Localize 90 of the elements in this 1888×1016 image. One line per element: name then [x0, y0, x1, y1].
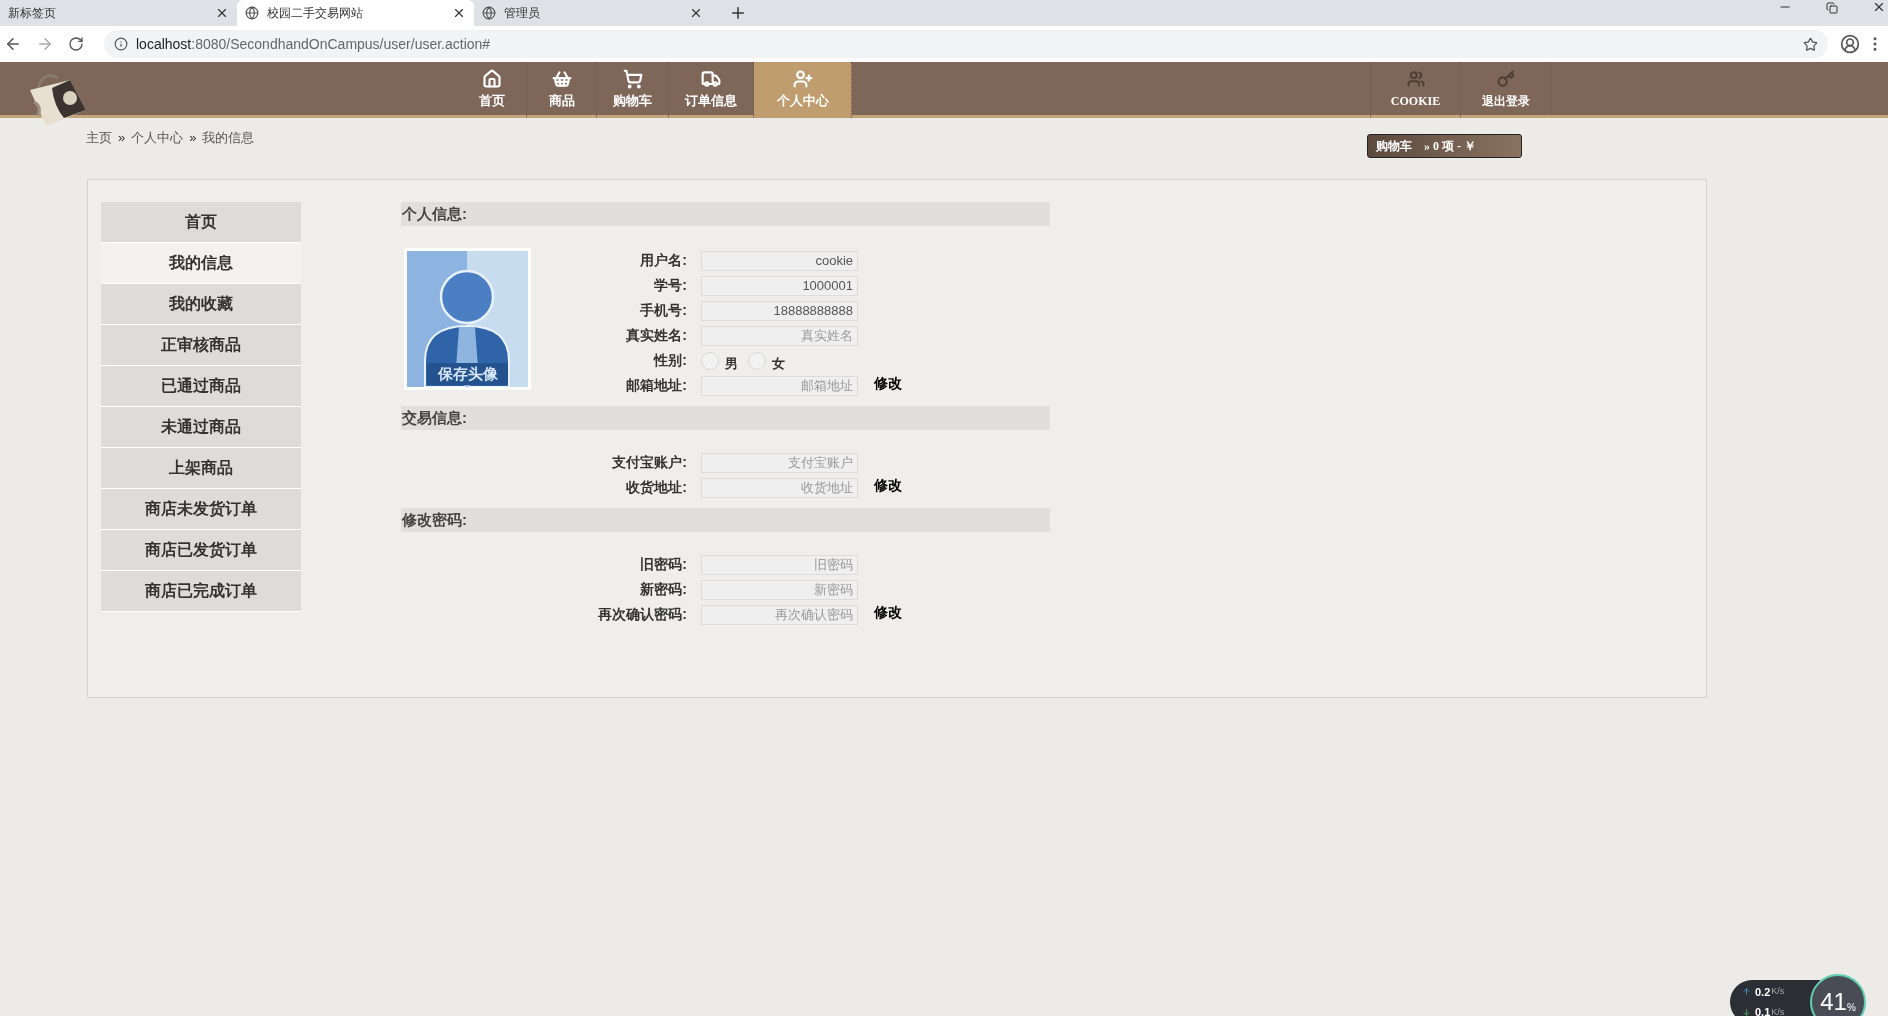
browser-tab[interactable]: 校园二手交易网站: [237, 0, 474, 26]
field-label: 学号:: [653, 276, 688, 295]
upload-speed: 0.2: [1755, 984, 1771, 1000]
text-field[interactable]: 1000001: [701, 275, 858, 296]
home-icon: [481, 69, 502, 90]
nav-item[interactable]: 购物车: [597, 62, 669, 118]
nav-item[interactable]: 首页: [457, 62, 527, 118]
modify-link[interactable]: 修改: [874, 602, 902, 623]
sidebar-item[interactable]: 商店已发货订单: [101, 530, 301, 571]
download-speed: 0.1: [1755, 1005, 1771, 1016]
speed-unit: K/s: [1771, 985, 1785, 998]
bookmark-icon[interactable]: [1803, 36, 1818, 52]
section-header: 个人信息:: [401, 202, 1050, 226]
text-field[interactable]: 真实姓名: [701, 325, 858, 346]
text-field[interactable]: 支付宝账户: [701, 452, 858, 473]
upload-icon: [1742, 987, 1751, 997]
back-icon[interactable]: [4, 35, 22, 53]
radio-button[interactable]: [748, 351, 766, 370]
field-label: 性别:: [652, 351, 688, 370]
tab-title: 校园二手交易网站: [267, 5, 364, 22]
text-field[interactable]: 旧密码: [701, 554, 858, 575]
field-label: 收货地址:: [625, 478, 688, 497]
radio-label: 男: [725, 354, 738, 373]
nav-item[interactable]: 退出登录: [1460, 62, 1550, 118]
globe-icon: [482, 6, 496, 20]
text-field[interactable]: 收货地址: [701, 477, 858, 498]
avatar-caption: 保存头像: [427, 362, 508, 385]
cart-icon: [622, 69, 643, 90]
field-label: 手机号:: [639, 301, 688, 320]
sidebar-item[interactable]: 首页: [101, 202, 301, 243]
url-text: localhost:8080/SecondhandOnCampus/user/user.action#: [136, 34, 491, 54]
cart-summary[interactable]: 购物车 » 0 项 - ￥: [1367, 134, 1522, 158]
sidebar-item[interactable]: 正审核商品: [101, 325, 301, 366]
text-field[interactable]: 18888888888: [701, 300, 858, 321]
usage-percent: 41: [1820, 987, 1847, 1016]
text-field[interactable]: 再次确认密码: [701, 604, 858, 625]
sidebar-item[interactable]: 商店已完成订单: [101, 571, 301, 612]
text-field[interactable]: cookie: [701, 250, 858, 271]
field-label: 真实姓名:: [625, 326, 688, 345]
cart-total: » 0 项 - ￥: [1424, 138, 1476, 155]
percent-sign: %: [1846, 1001, 1856, 1015]
new-tab-icon[interactable]: [729, 4, 747, 22]
breadcrumb-link[interactable]: 个人中心: [131, 128, 184, 148]
basket-icon: [551, 69, 572, 90]
people-icon: [1406, 70, 1425, 88]
field-label: 支付宝账户:: [611, 453, 688, 472]
sidebar-item[interactable]: 我的信息: [101, 243, 301, 284]
close-window-icon[interactable]: [1872, 0, 1886, 14]
info-icon[interactable]: [114, 37, 128, 51]
speed-unit: K/s: [1771, 1005, 1785, 1016]
sidebar-item[interactable]: 商店未发货订单: [101, 489, 301, 530]
radio-button[interactable]: [701, 351, 719, 370]
sidebar-item[interactable]: 未通过商品: [101, 407, 301, 448]
text-field[interactable]: 邮箱地址: [701, 375, 858, 396]
field-label: 邮箱地址:: [625, 376, 688, 395]
breadcrumb-separator: »: [118, 129, 126, 147]
sidebar-item[interactable]: 已通过商品: [101, 366, 301, 407]
close-icon[interactable]: [689, 6, 703, 20]
tab-title: 新标签页: [8, 5, 57, 22]
nav-item[interactable]: COOKIE: [1370, 62, 1460, 118]
breadcrumb-link[interactable]: 主页: [86, 128, 112, 148]
field-label: 再次确认密码:: [597, 605, 688, 624]
key-icon: [1496, 70, 1515, 88]
field-label: 旧密码:: [639, 555, 688, 574]
address-bar[interactable]: localhost:8080/SecondhandOnCampus/user/user.action#: [104, 30, 1828, 58]
nav-item[interactable]: 商品: [527, 62, 597, 118]
avatar-image[interactable]: 保存头像: [404, 248, 531, 390]
sidebar-item[interactable]: 我的收藏: [101, 284, 301, 325]
tab-title: 管理员: [504, 5, 541, 22]
modify-link[interactable]: 修改: [874, 475, 902, 496]
restore-icon[interactable]: [1826, 2, 1838, 14]
cart-label: 购物车: [1376, 138, 1412, 155]
field-label: 新密码:: [639, 580, 688, 599]
truck-icon: [701, 69, 721, 90]
section-header: 修改密码:: [401, 508, 1050, 532]
reload-icon[interactable]: [68, 36, 84, 52]
user-plus-icon: [792, 69, 813, 90]
download-icon: [1742, 1007, 1751, 1016]
section-header: 交易信息:: [401, 406, 1050, 430]
radio-label: 女: [772, 354, 785, 373]
modify-link[interactable]: 修改: [874, 373, 902, 394]
sidebar-item[interactable]: 上架商品: [101, 448, 301, 489]
breadcrumb-link[interactable]: 我的信息: [202, 128, 255, 148]
breadcrumb-separator: »: [189, 129, 197, 147]
field-label: 用户名:: [639, 251, 688, 270]
close-icon[interactable]: [215, 6, 229, 20]
profile-icon[interactable]: [1840, 34, 1860, 54]
globe-icon: [245, 6, 259, 20]
close-icon[interactable]: [452, 6, 466, 20]
text-field[interactable]: 新密码: [701, 579, 858, 600]
